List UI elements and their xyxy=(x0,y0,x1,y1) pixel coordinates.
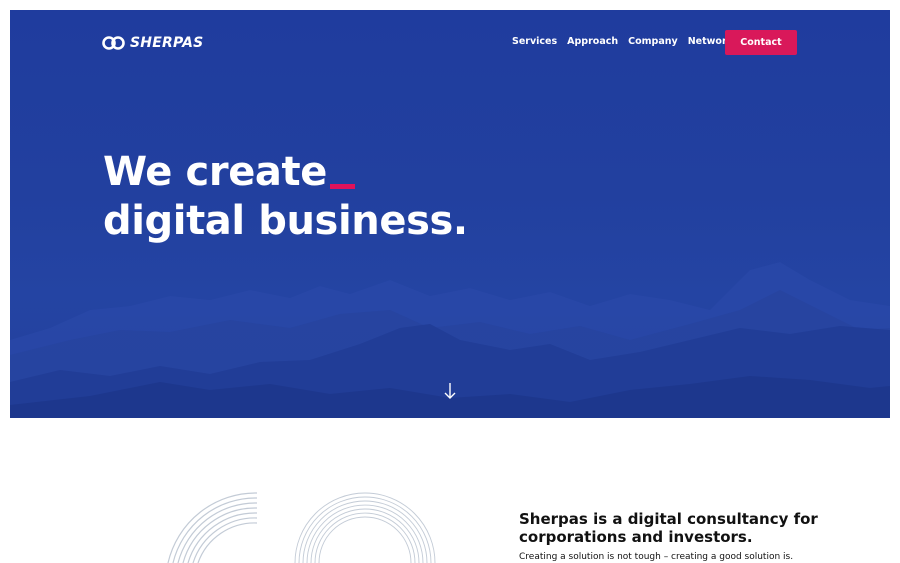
headline-line-2: digital business. xyxy=(103,198,468,244)
hero-headline: We create digital business. xyxy=(103,148,468,246)
nav-link-approach[interactable]: Approach xyxy=(567,35,618,49)
top-navigation: SHERPAS Services Approach Company Networ… xyxy=(10,10,890,74)
arrow-down-icon[interactable] xyxy=(442,381,458,401)
hero-section: SHERPAS Services Approach Company Networ… xyxy=(10,10,890,418)
about-section: Sherpas is a digital consultancy for cor… xyxy=(0,418,900,563)
logo[interactable]: SHERPAS xyxy=(102,34,203,52)
logo-text: SHERPAS xyxy=(130,35,204,51)
nav-link-services[interactable]: Services xyxy=(512,35,557,49)
about-title: Sherpas is a digital consultancy for cor… xyxy=(519,510,818,546)
typing-cursor xyxy=(329,184,355,189)
nav-link-company[interactable]: Company xyxy=(628,35,678,49)
contact-button[interactable]: Contact xyxy=(725,30,797,55)
about-text: Creating a solution is not tough – creat… xyxy=(519,552,794,562)
headline-line-1: We create xyxy=(103,148,468,197)
decorative-arcs-graphic xyxy=(167,492,436,563)
sherpas-logo-icon xyxy=(102,36,125,50)
nav-links: Services Approach Company Network xyxy=(512,35,733,49)
